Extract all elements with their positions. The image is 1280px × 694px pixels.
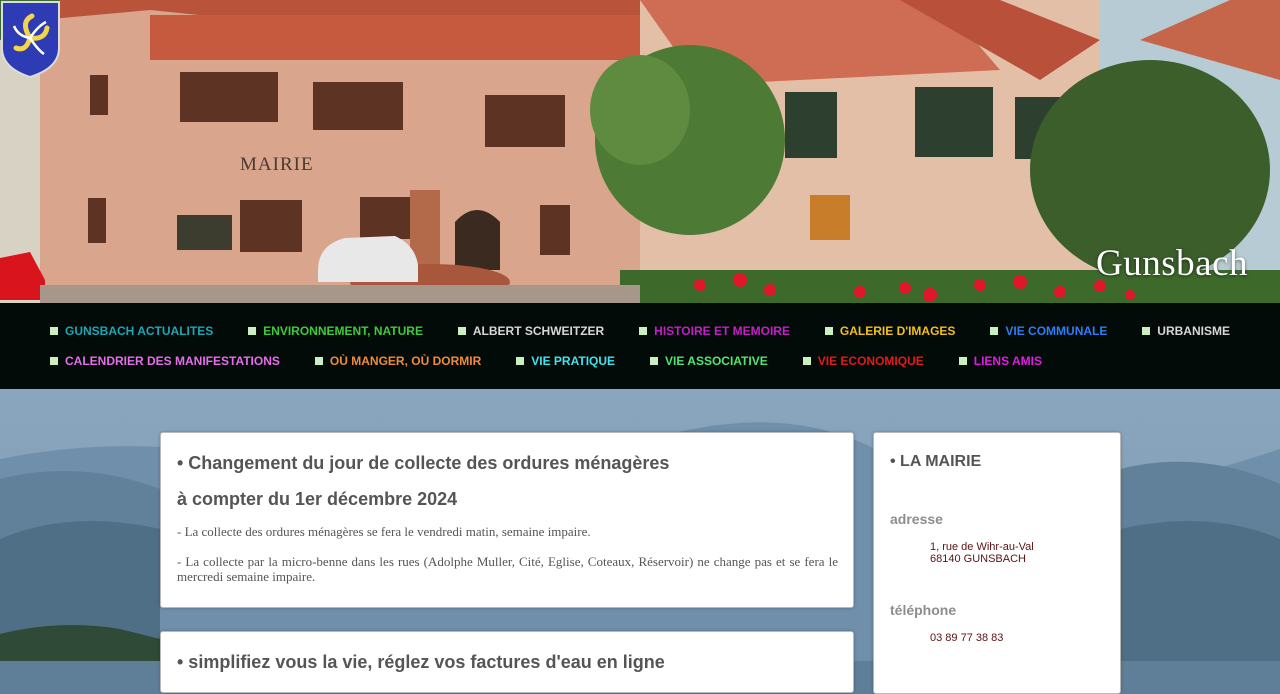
- nav-item-label: ALBERT SCHWEITZER: [472, 324, 605, 338]
- nav-bullet-icon: [457, 327, 466, 335]
- nav-item-label: VIE PRATIQUE: [531, 354, 616, 368]
- site-name[interactable]: Gunsbach: [1096, 242, 1248, 285]
- nav-item-label: GALERIE D'IMAGES: [839, 324, 956, 338]
- nav-bullet-icon: [50, 327, 58, 335]
- nav-bullet-icon: [50, 357, 58, 365]
- nav-item-label: LIENS AMIS: [973, 354, 1042, 368]
- nav-item-vie-associative[interactable]: VIE ASSOCIATIVE: [650, 354, 768, 368]
- nav-bullet-icon: [248, 327, 257, 335]
- nav-item-albert-schweitzer[interactable]: ALBERT SCHWEITZER: [457, 324, 605, 338]
- nav-row-2: CALENDRIER DES MANIFESTATIONS OÙ MANGER,…: [50, 346, 1042, 376]
- news-article-card: • Changement du jour de collecte des ord…: [160, 432, 854, 608]
- article-subtitle: à compter du 1er décembre 2024: [177, 489, 458, 509]
- nav-item-label: OÙ MANGER, OÙ DORMIR: [329, 354, 482, 368]
- nav-item-urbanisme[interactable]: URBANISME: [1142, 324, 1230, 338]
- article-title[interactable]: • Changement du jour de collecte des ord…: [177, 453, 669, 474]
- nav-item-ou-manger-ou-dormir[interactable]: OÙ MANGER, OÙ DORMIR: [314, 354, 482, 368]
- coat-of-arms-icon: [1, 1, 60, 78]
- phone-label: téléphone: [890, 602, 957, 618]
- nav-item-calendrier-des-manifestations[interactable]: CALENDRIER DES MANIFESTATIONS: [50, 354, 280, 368]
- article-paragraph-1: - La collecte des ordures ménagères se f…: [177, 524, 591, 539]
- news-article-card-2: • simplifiez vous la vie, réglez vos fac…: [160, 631, 854, 693]
- nav-bullet-icon: [1142, 327, 1151, 335]
- address-label: adresse: [890, 511, 943, 527]
- nav-item-label: GUNSBACH ACTUALITES: [65, 324, 214, 338]
- article-paragraph-2: - La collecte par la micro-benne dans le…: [177, 554, 838, 584]
- sidebar-title: • LA MAIRIE: [890, 453, 982, 470]
- nav-bullet-icon: [990, 327, 999, 335]
- nav-item-galerie-d-images[interactable]: GALERIE D'IMAGES: [824, 324, 956, 338]
- mairie-info-card: • LA MAIRIE adresse 1, rue de Wihr-au-Va…: [873, 432, 1121, 694]
- nav-bullet-icon: [516, 357, 525, 365]
- nav-bullet-icon: [824, 327, 833, 335]
- main-navigation: GUNSBACH ACTUALITES ENVIRONNEMENT, NATUR…: [0, 303, 1280, 389]
- article-2-title[interactable]: • simplifiez vous la vie, réglez vos fac…: [177, 652, 665, 673]
- nav-item-label: VIE ASSOCIATIVE: [665, 354, 768, 368]
- header-banner: MAIRIE Gunsbach: [0, 0, 1280, 303]
- nav-row-1: GUNSBACH ACTUALITES ENVIRONNEMENT, NATUR…: [50, 316, 1230, 346]
- nav-item-liens-amis[interactable]: LIENS AMIS: [958, 354, 1042, 368]
- nav-item-label: VIE COMMUNALE: [1005, 324, 1108, 338]
- nav-item-label: HISTOIRE ET MEMOIRE: [654, 324, 790, 338]
- address-line-2: 68140 GUNSBACH: [930, 553, 1026, 565]
- phone-number[interactable]: 03 89 77 38 83: [930, 632, 1003, 644]
- mairie-sign: MAIRIE: [240, 154, 314, 175]
- nav-bullet-icon: [650, 357, 659, 365]
- nav-bullet-icon: [314, 357, 323, 365]
- nav-item-environnement-nature[interactable]: ENVIRONNEMENT, NATURE: [248, 324, 423, 338]
- nav-item-histoire-et-memoire[interactable]: HISTOIRE ET MEMOIRE: [639, 324, 790, 338]
- nav-item-gunsbach-actualites[interactable]: GUNSBACH ACTUALITES: [50, 324, 213, 338]
- nav-item-label: CALENDRIER DES MANIFESTATIONS: [65, 354, 280, 368]
- nav-item-label: VIE ECONOMIQUE: [817, 354, 924, 368]
- nav-item-vie-communale[interactable]: VIE COMMUNALE: [990, 324, 1107, 338]
- nav-bullet-icon: [639, 327, 648, 335]
- nav-bullet-icon: [802, 357, 811, 365]
- nav-item-label: ENVIRONNEMENT, NATURE: [263, 324, 423, 338]
- nav-item-label: URBANISME: [1157, 324, 1230, 338]
- nav-bullet-icon: [958, 357, 967, 365]
- address-line-1: 1, rue de Wihr-au-Val: [930, 541, 1034, 553]
- nav-item-vie-economique[interactable]: VIE ECONOMIQUE: [802, 354, 924, 368]
- nav-item-vie-pratique[interactable]: VIE PRATIQUE: [516, 354, 615, 368]
- town-hall-photo: MAIRIE: [0, 0, 1280, 303]
